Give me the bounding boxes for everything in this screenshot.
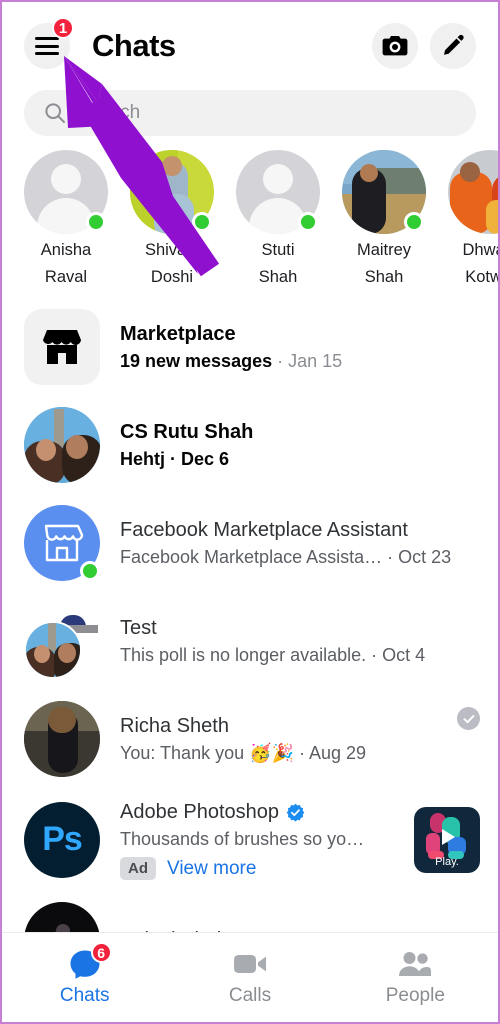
page-title: Chats	[92, 28, 176, 63]
active-contact-name-line1: Anisha	[40, 241, 92, 259]
active-contact-name-line2: Raval	[44, 268, 88, 286]
tab-chats[interactable]: 6 Chats	[2, 933, 167, 1022]
header-actions	[372, 23, 476, 69]
chat-row-marketplace[interactable]: Marketplace 19 new messages · Jan 15	[2, 298, 498, 396]
avatar	[24, 309, 100, 385]
online-status-dot	[86, 212, 106, 232]
messenger-app-screen: 1 Chats Search Anisha Raval Shivani Dosh…	[0, 0, 500, 1024]
chat-name: Test	[120, 616, 157, 639]
group-avatar-primary	[24, 621, 82, 679]
chat-row-test[interactable]: Test This poll is no longer available. ·…	[2, 592, 498, 690]
storefront-outline-icon	[44, 524, 84, 562]
chat-name: CS Rutu Shah	[120, 420, 254, 443]
avatar	[448, 150, 498, 234]
active-contact-name-line2: Kotwal	[465, 268, 498, 286]
online-status-dot	[192, 212, 212, 232]
online-status-dot	[298, 212, 318, 232]
chat-name: Facebook Marketplace Assistant	[120, 518, 408, 541]
hamburger-menu-button[interactable]: 1	[24, 17, 74, 69]
chat-preview: Hehtj · Dec 6	[120, 448, 230, 469]
play-triangle-icon	[442, 828, 455, 845]
chat-row-marketplace-assistant[interactable]: Facebook Marketplace Assistant Facebook …	[2, 494, 498, 592]
tab-calls-label: Calls	[228, 985, 272, 1006]
camera-button[interactable]	[372, 23, 418, 69]
active-contact-name-line2: Shah	[364, 268, 404, 286]
chat-row-richa-sheth[interactable]: Richa Sheth You: Thank you 🥳🎉 · Aug 29	[2, 690, 498, 788]
search-section: Search	[2, 90, 498, 136]
verified-badge-icon	[286, 803, 305, 822]
tab-people[interactable]: People	[333, 933, 498, 1022]
ad-thumbnail-label: Play.	[435, 855, 459, 868]
pencil-compose-icon	[444, 34, 464, 55]
avatar: Ps	[24, 801, 100, 878]
active-contact-name-line1: Shivani	[144, 241, 200, 259]
avatar	[24, 603, 100, 679]
active-contact-name-line2: Shah	[258, 268, 298, 286]
camera-icon	[382, 36, 408, 56]
bottom-navigation: 6 Chats Calls People	[2, 932, 498, 1022]
search-input[interactable]: Search	[24, 90, 476, 136]
online-status-dot	[404, 212, 424, 232]
tab-calls[interactable]: Calls	[167, 933, 332, 1022]
video-camera-icon	[233, 955, 266, 973]
active-contact-0[interactable]: Anisha Raval	[24, 150, 108, 288]
search-icon	[45, 103, 65, 123]
avatar	[24, 701, 100, 777]
people-icon	[399, 952, 432, 976]
chat-preview: 19 new messages · Jan 15	[120, 350, 343, 371]
view-more-link[interactable]: View more	[167, 858, 256, 880]
chat-preview: Thousands of brushes so yo…	[120, 829, 365, 849]
search-placeholder: Search	[80, 102, 141, 123]
active-contact-2[interactable]: Stuti Shah	[236, 150, 320, 288]
avatar	[24, 505, 100, 581]
chat-preview: Facebook Marketplace Assista… · Oct 23	[120, 546, 452, 567]
chat-row-sponsored-adobe-photoshop[interactable]: Ps Adobe Photoshop Thousands of brushes …	[2, 788, 498, 891]
menu-notification-badge: 1	[52, 17, 74, 39]
ad-chip: Ad	[120, 857, 156, 880]
app-header: 1 Chats	[2, 2, 498, 90]
active-contact-1[interactable]: Shivani Doshi	[130, 150, 214, 288]
chat-row-cs-rutu-shah[interactable]: CS Rutu Shah Hehtj · Dec 6	[2, 396, 498, 494]
chat-list: Marketplace 19 new messages · Jan 15 CS …	[2, 294, 498, 989]
compose-button[interactable]	[430, 23, 476, 69]
hamburger-menu-icon	[35, 37, 59, 55]
sponsored-line: Ad View more	[120, 857, 394, 880]
read-receipt-check-circle-icon	[457, 707, 480, 730]
chat-name: Adobe Photoshop	[120, 799, 394, 825]
chat-name: Marketplace	[120, 322, 236, 345]
chat-name: Richa Sheth	[120, 714, 229, 737]
chat-preview: You: Thank you 🥳🎉 · Aug 29	[120, 742, 367, 763]
active-contact-name-line1: Dhwani	[462, 241, 498, 259]
photoshop-logo: Ps	[24, 801, 100, 878]
chats-unread-badge: 6	[90, 942, 112, 963]
avatar	[24, 407, 100, 483]
active-contact-3[interactable]: Maitrey Shah	[342, 150, 426, 288]
active-contact-name-line1: Stuti	[261, 241, 295, 259]
active-now-row[interactable]: Anisha Raval Shivani Doshi Stuti Shah Ma…	[2, 136, 498, 294]
online-status-dot	[80, 561, 100, 581]
active-contact-name-line1: Maitrey	[356, 241, 412, 259]
tab-people-label: People	[385, 985, 445, 1006]
active-contact-name-line2: Doshi	[150, 268, 194, 286]
tab-chats-label: Chats	[59, 985, 110, 1006]
chat-preview: This poll is no longer available. · Oct …	[120, 644, 426, 665]
active-contact-4[interactable]: Dhwani Kotwal	[448, 150, 498, 288]
ad-thumbnail[interactable]: Play.	[414, 806, 480, 873]
storefront-icon	[43, 330, 81, 364]
